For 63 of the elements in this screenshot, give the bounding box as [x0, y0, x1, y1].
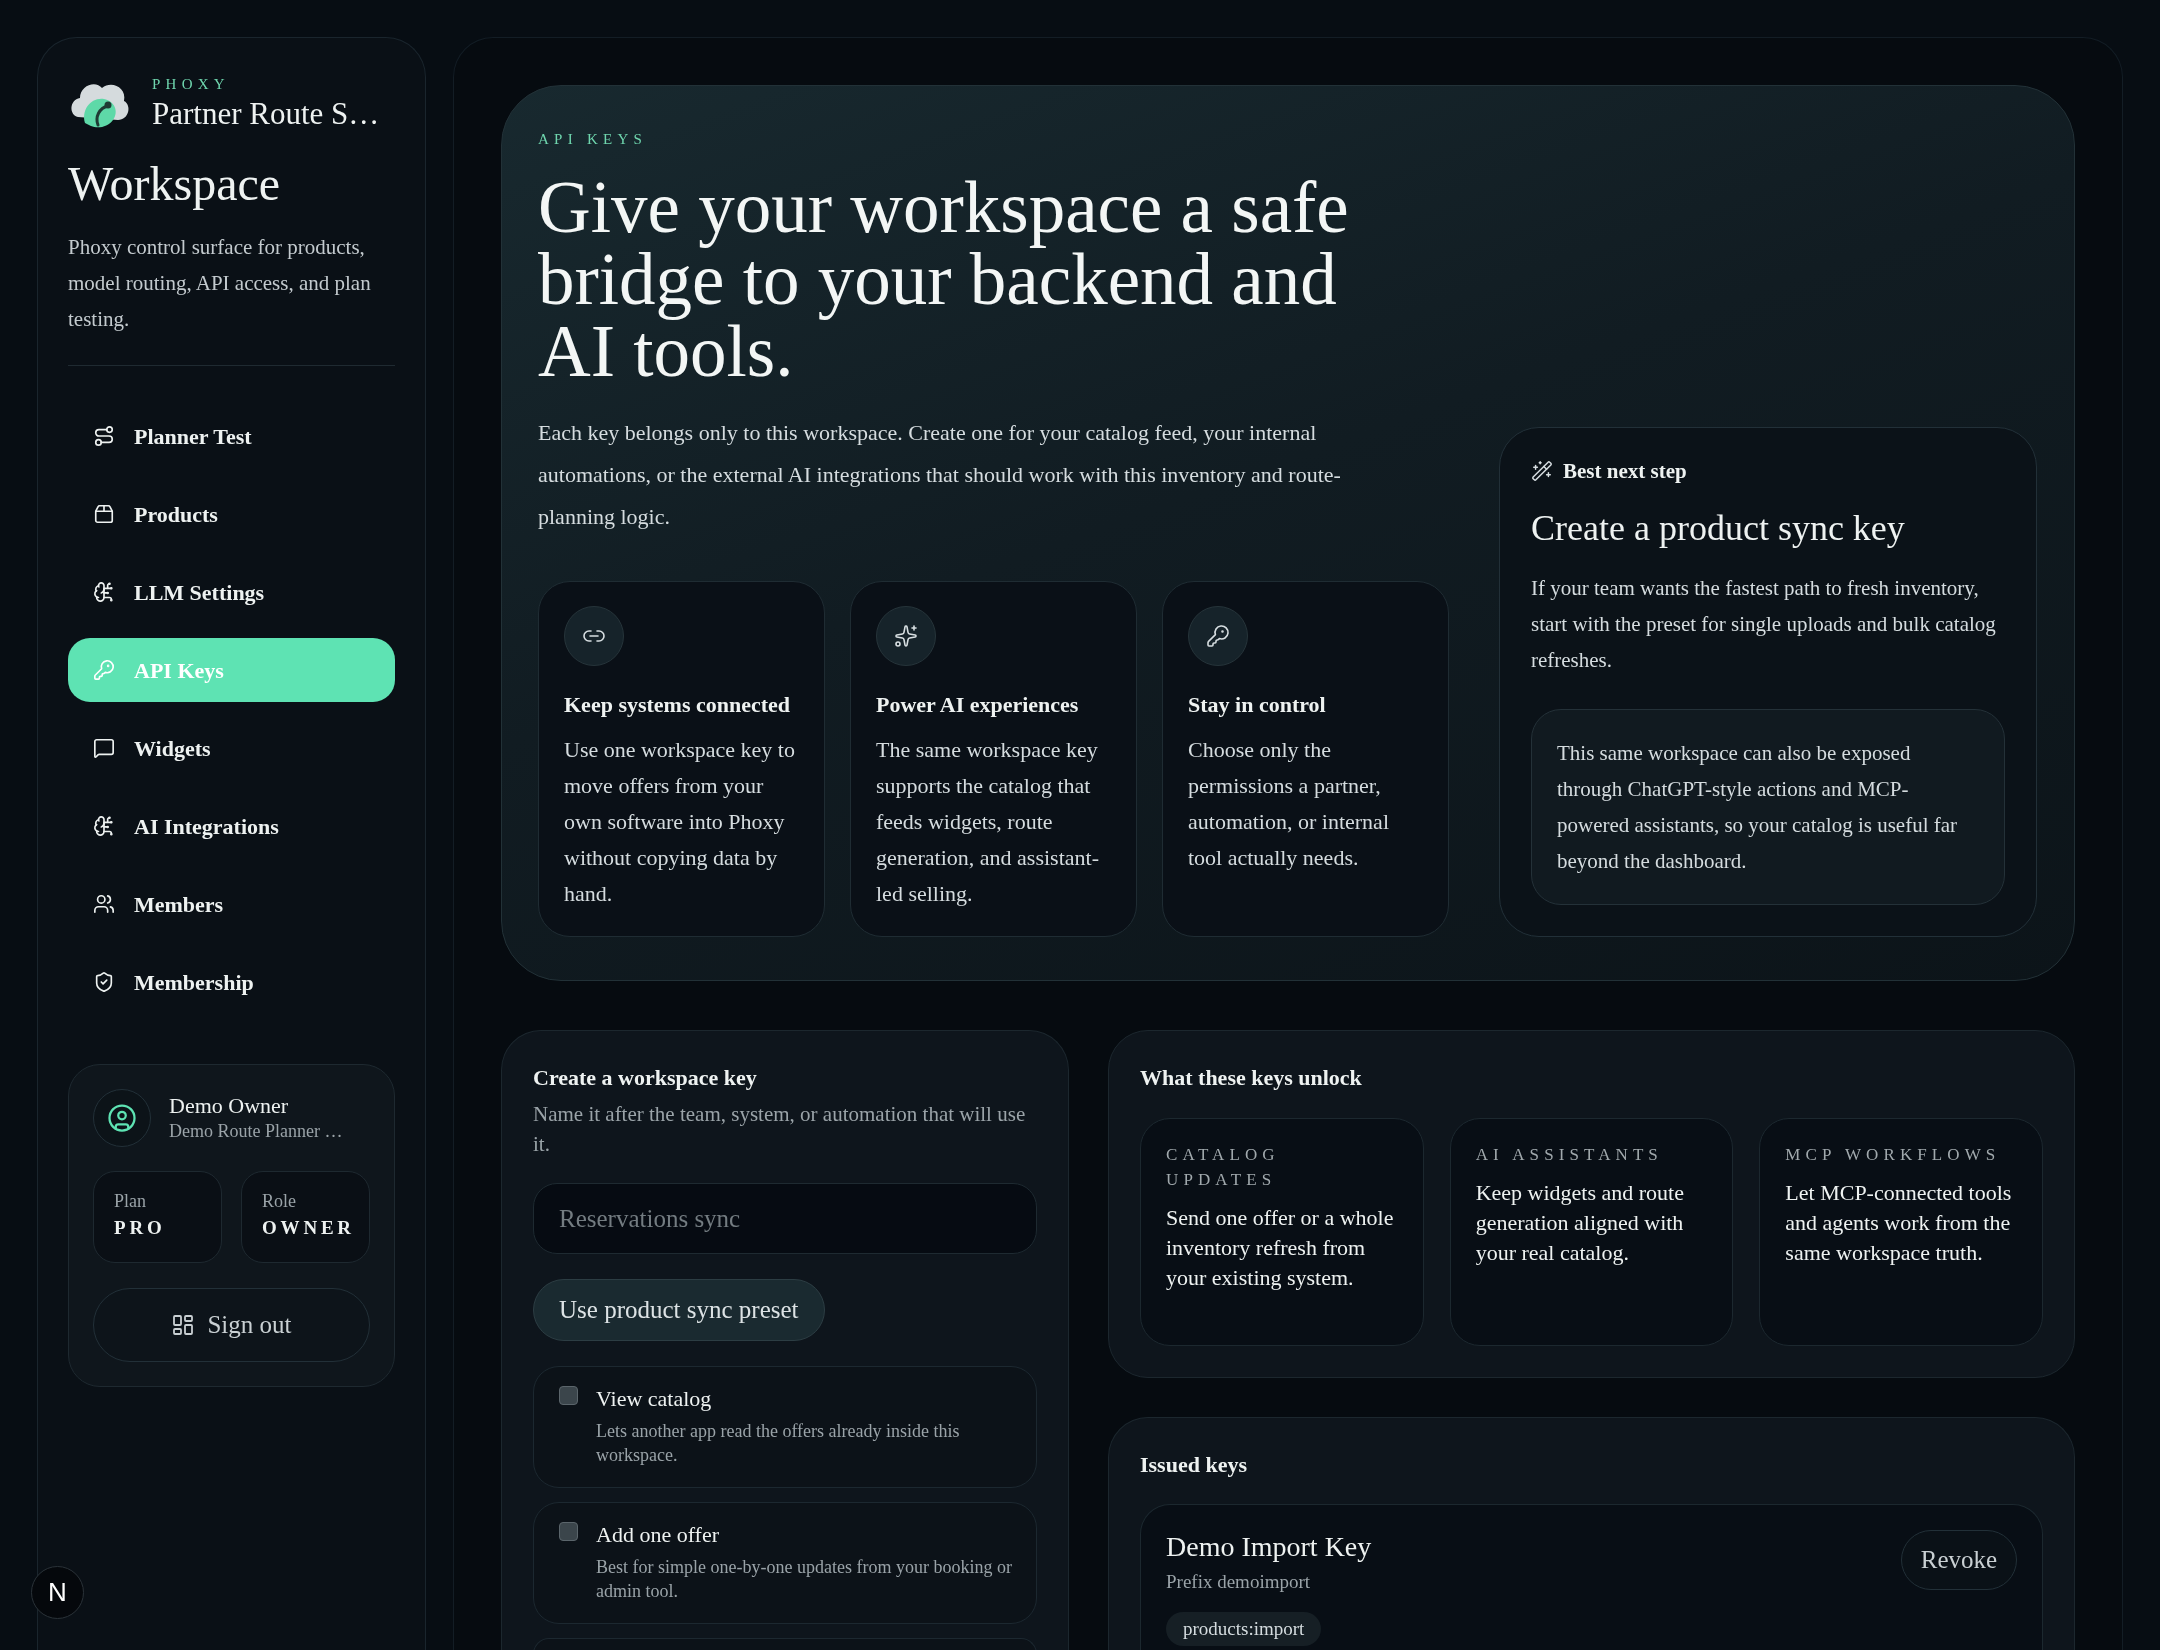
brain-icon — [93, 581, 115, 603]
nav-item[interactable]: Widgets — [68, 716, 395, 780]
nav-item[interactable]: LLM Settings — [68, 560, 395, 624]
permission-description: Lets another app read the offers already inside this workspace. — [596, 1420, 961, 1467]
shield-check-icon — [93, 971, 115, 993]
key-name-field[interactable]: Reservations sync — [533, 1183, 1037, 1254]
nav-item[interactable]: Members — [68, 872, 395, 936]
role-label: Role — [262, 1190, 297, 1213]
key-name: Demo Import Key — [1166, 1530, 1372, 1564]
permission-title: View catalog — [596, 1386, 713, 1412]
feature-title: Power AI experiences — [876, 691, 1080, 719]
preset-button[interactable]: Use product sync preset — [533, 1279, 825, 1341]
unlock-label: MCP WORKFLOWS — [1785, 1144, 2002, 1166]
sidebar-title: Workspace — [68, 156, 282, 212]
package-icon — [93, 503, 115, 525]
plan-label: Plan — [114, 1190, 147, 1213]
users-icon — [93, 893, 115, 915]
route-icon — [93, 425, 115, 447]
create-key-subtitle: Name it after the team, system, or automation that will use it. — [533, 1101, 1027, 1158]
grid-icon — [171, 1313, 196, 1337]
scope-tag: products:import — [1166, 1612, 1322, 1646]
permission-checkbox[interactable] — [559, 1522, 578, 1541]
user-name: Demo Owner — [169, 1093, 290, 1119]
sidebar-description: Phoxy control surface for products, model routing, API access, and plan testing. — [68, 234, 372, 333]
permission-title: Add one offer — [596, 1522, 720, 1548]
permission-description: Best for simple one-by-one updates from your booking or admin tool. — [596, 1556, 1012, 1603]
brain-icon — [93, 815, 115, 837]
info-note: This same workspace can also be exposed through ChatGPT-style actions and MCP-powered assistants, so your catalog is useful far beyond the dashboard. — [1531, 709, 2005, 905]
hero-intro: Each key belongs only to this workspace. Create one for your catalog feed, your internal automations, or the external AI integrations that should work with this inventory and route-planning logic. — [538, 419, 1342, 531]
sign-out-button[interactable]: Sign out — [93, 1288, 370, 1362]
user-organization: Demo Route Planner … — [169, 1120, 343, 1143]
key-prefix: Prefix demoimport — [1166, 1570, 1311, 1594]
plan-value: PRO — [114, 1216, 167, 1240]
unlock-description: Keep widgets and route generation aligned with your real catalog. — [1475, 1179, 1685, 1267]
issued-keys-title: Issued keys — [1140, 1451, 1248, 1479]
next-step-description: If your team wants the fastest path to fresh inventory, start with the preset for single uploads and bulk catalog refreshes. — [1531, 575, 1997, 674]
feature-description: The same workspace key supports the catalog that feeds widgets, route generation, and assistant-led selling. — [876, 736, 1100, 908]
unlocks-title: What these keys unlock — [1140, 1064, 1363, 1092]
unlock-label: CATALOG UPDATES — [1166, 1144, 1281, 1191]
feature-description: Choose only the permissions a partner, automation, or internal tool actually needs. — [1188, 736, 1390, 872]
key-icon — [93, 659, 115, 681]
chat-bubble-icon — [93, 737, 115, 759]
permission-checkbox[interactable] — [559, 1386, 578, 1405]
hero-headline: Give your workspace a safe bridge to your backend and AI tools. — [538, 172, 1350, 388]
nav-item[interactable]: AI Integrations — [68, 794, 395, 858]
eyebrow-label: API KEYS — [538, 130, 649, 148]
magic-wand-icon — [1531, 460, 1553, 482]
nav-item[interactable]: Products — [68, 482, 395, 546]
workspace-name: Partner Route S… — [152, 95, 380, 133]
next-step-title: Create a product sync key — [1531, 507, 1906, 550]
unlock-description: Let MCP-connected tools and agents work from the same workspace truth. — [1785, 1179, 2013, 1267]
feature-title: Stay in control — [1188, 691, 1327, 719]
unlock-label: AI ASSISTANTS — [1475, 1144, 1664, 1166]
revoke-button[interactable]: Revoke — [1901, 1530, 2017, 1590]
feature-description: Use one workspace key to move offers from your own software into Phoxy without copying data by hand. — [564, 736, 796, 908]
nav-item[interactable]: Planner Test — [68, 404, 395, 468]
role-value: OWNER — [262, 1216, 349, 1240]
next-step-label: Best next step — [1563, 458, 1687, 484]
feature-title: Keep systems connected — [564, 691, 792, 719]
create-key-title: Create a workspace key — [533, 1064, 758, 1092]
unlock-description: Send one offer or a whole inventory refresh from your existing system. — [1166, 1204, 1395, 1292]
nav-item[interactable]: Membership — [68, 950, 395, 1014]
brand-name: PHOXY — [152, 75, 231, 94]
